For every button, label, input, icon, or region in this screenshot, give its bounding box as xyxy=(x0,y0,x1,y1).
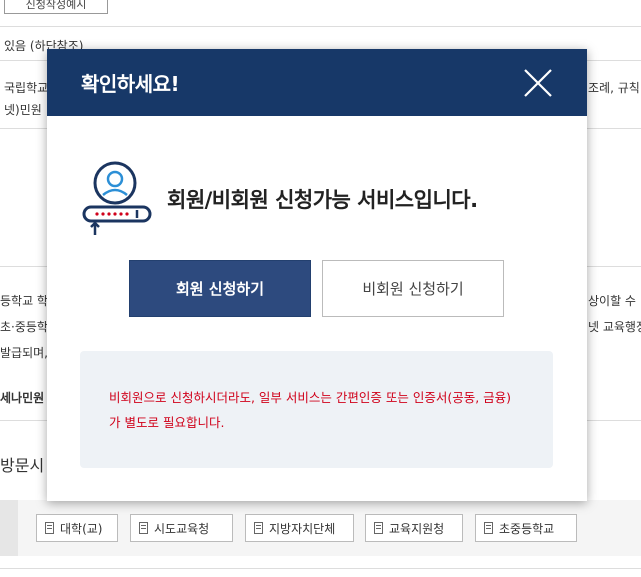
notice-text: 비회원으로 신청하시더라도, 일부 서비스는 간편인증 또는 인증서(공동, 금… xyxy=(109,385,539,435)
user-login-icon xyxy=(82,161,152,235)
notice-line: 비회원으로 신청하시더라도, 일부 서비스는 간편인증 또는 인증서(공동, 금… xyxy=(109,390,512,405)
notice-line: 가 별도로 필요합니다. xyxy=(109,415,225,430)
nonmember-apply-button[interactable]: 비회원 신청하기 xyxy=(322,260,504,317)
member-apply-button[interactable]: 회원 신청하기 xyxy=(129,260,311,317)
close-button[interactable] xyxy=(523,68,553,98)
confirm-dialog: 확인하세요! 회원/비회원 신청가능 서비스입니다. 회원 신청하기 비회원 신… xyxy=(47,49,587,501)
dialog-title: 확인하세요! xyxy=(81,72,180,96)
notice-box: 비회원으로 신청하시더라도, 일부 서비스는 간편인증 또는 인증서(공동, 금… xyxy=(80,351,553,468)
dialog-message: 회원/비회원 신청가능 서비스입니다. xyxy=(167,188,478,212)
dialog-header: 확인하세요! xyxy=(47,49,587,116)
close-icon xyxy=(524,69,552,97)
